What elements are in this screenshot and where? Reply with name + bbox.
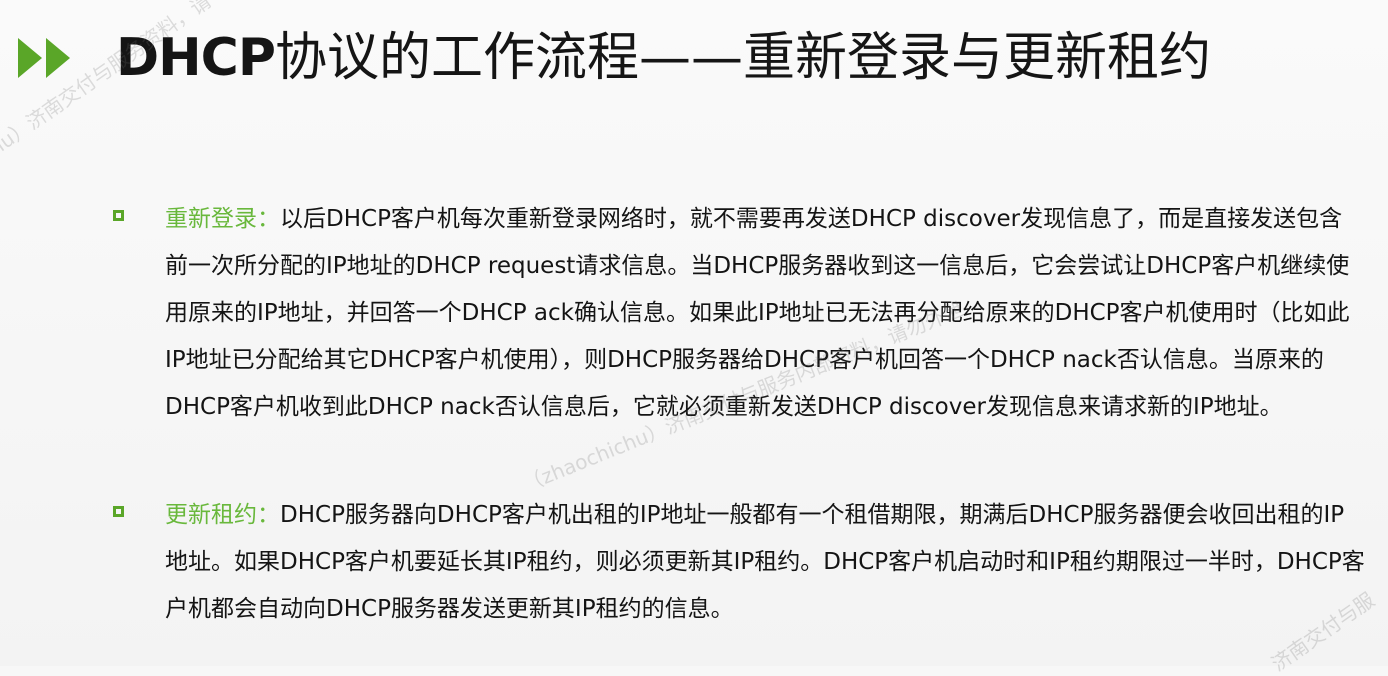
item-body: 以后DHCP客户机每次重新登录网络时，就不需要再发送DHCP discover发…	[165, 206, 1350, 420]
item-term: 更新租约：	[165, 502, 280, 528]
slide: DHCP协议的工作流程——重新登录与更新租约 重新登录：以后DHCP客户机每次重…	[0, 0, 1388, 676]
hollow-square-bullet-icon	[113, 210, 124, 221]
item-text: 更新租约：DHCP服务器向DHCP客户机出租的IP地址一般都有一个租借期限，期满…	[165, 492, 1365, 633]
hollow-square-bullet-icon	[113, 506, 124, 517]
content-list: 重新登录：以后DHCP客户机每次重新登录网络时，就不需要再发送DHCP disc…	[0, 0, 1388, 666]
item-text: 重新登录：以后DHCP客户机每次重新登录网络时，就不需要再发送DHCP disc…	[165, 196, 1365, 431]
item-body: DHCP服务器向DHCP客户机出租的IP地址一般都有一个租借期限，期满后DHCP…	[165, 502, 1365, 622]
item-term: 重新登录：	[165, 206, 280, 232]
